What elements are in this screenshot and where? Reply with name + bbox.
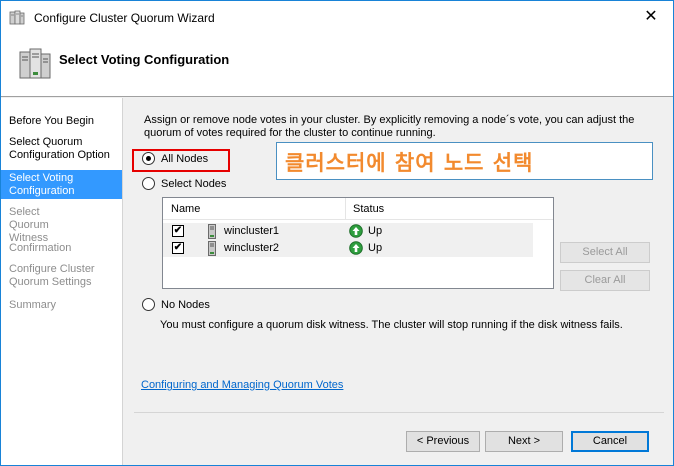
- wizard-window: Configure Cluster Quorum Wizard ✕ Select…: [0, 0, 674, 466]
- select-nodes-label: Select Nodes: [161, 177, 227, 190]
- step-before-you-begin[interactable]: Before You Begin: [1, 115, 122, 128]
- arrow-up-icon: [349, 224, 363, 238]
- cluster-icon: [19, 48, 51, 79]
- node-list: Name Status ✔ wincluster1 Up ✔ wincluste…: [162, 197, 554, 289]
- step-configure-cluster-quorum-settings: Configure Cluster Quorum Settings: [9, 263, 95, 288]
- cancel-button[interactable]: Cancel: [571, 431, 649, 452]
- server-icon: [208, 224, 216, 239]
- no-nodes-radio[interactable]: [142, 298, 155, 311]
- node-checkbox[interactable]: ✔: [172, 225, 184, 237]
- no-nodes-option[interactable]: No Nodes: [142, 298, 210, 311]
- close-button[interactable]: ✕: [629, 1, 673, 34]
- node-status: Up: [368, 225, 383, 237]
- node-checkbox[interactable]: ✔: [172, 242, 184, 254]
- select-all-button[interactable]: Select All: [560, 242, 650, 263]
- no-nodes-note: You must configure a quorum disk witness…: [160, 319, 623, 331]
- server-icon: [208, 241, 216, 256]
- step-select-voting-configuration[interactable]: Select Voting Configuration: [1, 170, 122, 199]
- wizard-header: Select Voting Configuration: [1, 34, 673, 97]
- page-title: Select Voting Configuration: [59, 52, 230, 67]
- next-button[interactable]: Next >: [485, 431, 563, 452]
- step-select-quorum-witness: Select Quorum Witness: [9, 206, 49, 244]
- close-icon: ✕: [644, 8, 658, 25]
- node-name: wincluster1: [224, 225, 280, 237]
- step-select-quorum-configuration-option[interactable]: Select Quorum Configuration Option: [1, 136, 116, 162]
- select-nodes-option[interactable]: Select Nodes: [142, 177, 226, 190]
- window-title: Configure Cluster Quorum Wizard: [34, 11, 215, 25]
- wizard-steps: Before You Begin Select Quorum Configura…: [1, 98, 123, 465]
- column-header-name[interactable]: Name: [171, 203, 200, 215]
- callout-text: 클러스터에 참여 노드 선택: [285, 151, 534, 175]
- clear-all-button[interactable]: Clear All: [560, 270, 650, 291]
- step-confirmation: Confirmation: [9, 242, 72, 254]
- table-row[interactable]: ✔ wincluster2 Up: [163, 240, 533, 257]
- list-header: Name Status: [163, 198, 553, 220]
- select-nodes-radio[interactable]: [142, 177, 155, 190]
- node-name: wincluster2: [224, 242, 280, 254]
- column-separator[interactable]: [345, 198, 346, 220]
- intro-text: Assign or remove node votes in your clus…: [144, 114, 635, 139]
- no-nodes-label: No Nodes: [161, 298, 210, 311]
- arrow-up-icon: [349, 241, 363, 255]
- step-summary: Summary: [9, 299, 57, 311]
- annotation-callout: 클러스터에 참여 노드 선택: [276, 142, 653, 180]
- column-header-status[interactable]: Status: [353, 203, 384, 215]
- footer-divider: [134, 412, 664, 413]
- cluster-icon: [9, 10, 25, 25]
- previous-button[interactable]: < Previous: [406, 431, 480, 452]
- title-bar: Configure Cluster Quorum Wizard ✕: [1, 1, 673, 34]
- table-row[interactable]: ✔ wincluster1 Up: [163, 223, 533, 240]
- node-status: Up: [368, 242, 383, 254]
- highlight-box: [132, 149, 230, 172]
- help-link[interactable]: Configuring and Managing Quorum Votes: [141, 379, 343, 391]
